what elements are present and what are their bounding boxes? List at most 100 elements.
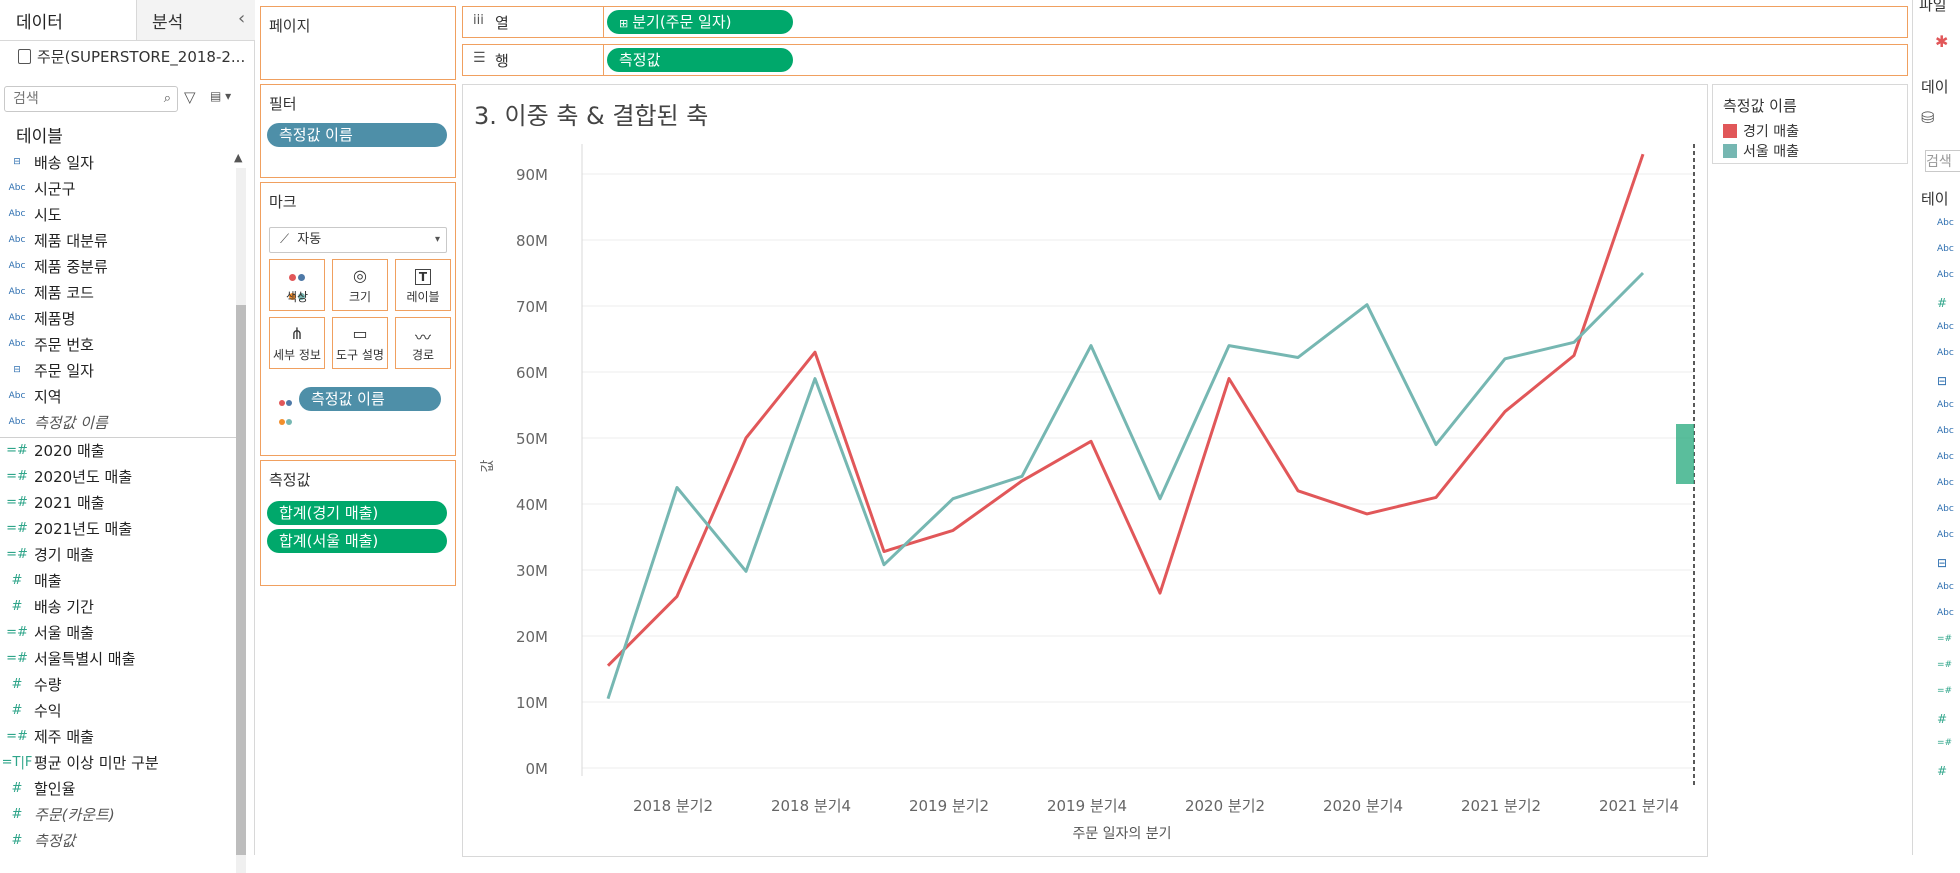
tableau-logo-icon: ✱ <box>1935 32 1949 51</box>
y-tick-label: 60M <box>516 364 548 382</box>
y-tick-label: 0M <box>526 760 549 778</box>
datasource-item[interactable]: 주문(SUPERSTORE_2018-2... <box>18 46 245 67</box>
field-item[interactable]: # 수량 <box>0 672 236 696</box>
field-item[interactable]: =# 2021년도 매출 <box>0 516 236 540</box>
field-item[interactable]: =# 2020년도 매출 <box>0 464 236 488</box>
field-item[interactable]: Abc 제품 대분류 <box>0 228 236 252</box>
field-item[interactable]: =# 제주 매출 <box>0 724 236 748</box>
field-label: 배송 기간 <box>34 597 94 616</box>
x-tick-label: 2021 분기2 <box>1461 797 1541 815</box>
field-item[interactable]: Abc 제품 중분류 <box>0 254 236 278</box>
measure-value-pill[interactable]: 합계(서울 매출) <box>267 529 447 553</box>
field-item[interactable]: =# 서울특별시 매출 <box>0 646 236 670</box>
color-button[interactable]: 색상 <box>269 259 325 311</box>
x-tick-label: 2021 분기4 <box>1599 797 1679 815</box>
field-item[interactable]: Abc 측정값 이름 <box>0 410 236 434</box>
right-search-input[interactable]: 검색 <box>1925 150 1960 172</box>
mark-type-label: 자동 <box>297 232 322 247</box>
number-icon: # <box>11 832 23 848</box>
legend-item[interactable]: 경기 매출 <box>1723 121 1799 141</box>
scrollbar-thumb[interactable] <box>236 305 246 855</box>
collapse-pane-icon[interactable]: ‹ <box>238 8 245 29</box>
measure-values-card[interactable]: 측정값 합계(경기 매출) 합계(서울 매출) <box>260 460 456 586</box>
columns-pill[interactable]: ⊞ 분기(주문 일자) <box>607 10 793 34</box>
field-label: 제품명 <box>34 309 76 328</box>
field-search-box[interactable]: ⌕ <box>4 86 178 112</box>
path-button[interactable]: 〰 경로 <box>395 317 451 369</box>
legend-label: 경기 매출 <box>1743 124 1799 140</box>
y-tick-label: 70M <box>516 298 548 316</box>
mark-type-dropdown[interactable]: ⟋ 자동 ▾ <box>269 227 447 253</box>
field-label: 2020년도 매출 <box>34 467 133 486</box>
tab-data[interactable]: 데이터 <box>16 8 63 33</box>
columns-shelf[interactable]: iii 열 ⊞ 분기(주문 일자) <box>462 6 1908 38</box>
series-line <box>606 271 1645 700</box>
x-tick-label: 2020 분기2 <box>1185 797 1265 815</box>
scroll-up-icon[interactable]: ▲ <box>234 151 242 164</box>
right-field-icon: =# <box>1937 686 1953 696</box>
filter-pill[interactable]: 측정값 이름 <box>267 123 447 147</box>
rows-shelf[interactable]: ☰ 행 측정값 <box>462 44 1908 76</box>
field-item[interactable]: # 매출 <box>0 568 236 592</box>
rows-pill[interactable]: 측정값 <box>607 48 793 72</box>
field-label: 수량 <box>34 675 62 694</box>
line-chart[interactable]: 0M 10M 20M 30M 40M 50M 60M 70M 80M 90M 값 2018 분기2 20… <box>462 84 1706 855</box>
field-item[interactable]: =# 경기 매출 <box>0 542 236 566</box>
right-field-icon: # <box>1937 712 1948 726</box>
measure-value-pill[interactable]: 합계(경기 매출) <box>267 501 447 525</box>
field-label: 지역 <box>34 387 62 406</box>
field-label: 제품 코드 <box>34 283 94 302</box>
tooltip-button[interactable]: ▭ 도구 설명 <box>332 317 388 369</box>
field-item[interactable]: Abc 제품 코드 <box>0 280 236 304</box>
x-tick-label: 2018 분기2 <box>633 797 713 815</box>
field-item[interactable]: =T|F 평균 이상 미만 구분 <box>0 750 236 774</box>
columns-pill-label: 분기(주문 일자) <box>632 13 732 31</box>
rows-icon: ☰ <box>473 50 486 66</box>
drop-handle <box>1676 424 1694 484</box>
marks-title: 마크 <box>269 193 297 211</box>
field-search-input[interactable] <box>11 90 155 108</box>
shelf-divider <box>603 7 604 37</box>
field-item[interactable]: ⊟ 주문 일자 <box>0 358 236 382</box>
marks-color-pill[interactable]: 측정값 이름 <box>299 387 441 411</box>
view-options-icon[interactable]: ▤ ▾ <box>210 89 231 103</box>
color-legend[interactable]: 측정값 이름 경기 매출 서울 매출 <box>1712 84 1908 164</box>
field-item[interactable]: Abc 주문 번호 <box>0 332 236 356</box>
field-item[interactable]: Abc 제품명 <box>0 306 236 330</box>
filters-card[interactable]: 필터 측정값 이름 <box>260 84 456 178</box>
filter-icon[interactable]: ▽ <box>184 88 196 106</box>
y-tick-label: 80M <box>516 232 548 250</box>
field-item[interactable]: Abc 시군구 <box>0 176 236 200</box>
field-item[interactable]: # 주문(카운트) <box>0 802 236 826</box>
field-label: 2020 매출 <box>34 441 105 460</box>
field-label: 서울특별시 매출 <box>34 649 136 668</box>
field-item[interactable]: # 배송 기간 <box>0 594 236 618</box>
field-label: 2021 매출 <box>34 493 105 512</box>
field-item[interactable]: Abc 지역 <box>0 384 236 408</box>
datasource-icon <box>18 49 31 64</box>
field-item[interactable]: ⊟ 배송 일자 <box>0 150 236 174</box>
label-button[interactable]: T 레이블 <box>395 259 451 311</box>
field-item[interactable]: =# 2021 매출 <box>0 490 236 514</box>
field-item[interactable]: # 수익 <box>0 698 236 722</box>
field-item[interactable]: =# 서울 매출 <box>0 620 236 644</box>
field-item[interactable]: # 할인율 <box>0 776 236 800</box>
y-tick-label: 40M <box>516 496 548 514</box>
expand-icon: ⊞ <box>619 17 629 30</box>
field-item[interactable]: =# 2020 매출 <box>0 438 236 462</box>
marks-card[interactable]: 마크 ⟋ 자동 ▾ 색상 ◎ 크기 T 레이블 ⋔ 세부 정보 ▭ 도구 설명 … <box>260 182 456 456</box>
field-label: 주문 일자 <box>34 361 94 380</box>
legend-item[interactable]: 서울 매출 <box>1723 141 1799 161</box>
calc-number-icon: =# <box>6 650 28 666</box>
size-button[interactable]: ◎ 크기 <box>332 259 388 311</box>
legend-swatch <box>1723 124 1737 138</box>
tab-analysis[interactable]: 분석 <box>152 8 183 33</box>
columns-icon: iii <box>473 13 484 28</box>
field-item[interactable]: # 측정값 <box>0 828 236 852</box>
number-icon: # <box>11 806 23 822</box>
number-icon: # <box>11 702 23 718</box>
right-pane: 파일 ✱ 데이 ⛁ 검색 테이 Abc Abc Abc # Abc Abc ⊟ Abc Abc A… <box>1912 0 1960 855</box>
detail-button[interactable]: ⋔ 세부 정보 <box>269 317 325 369</box>
pages-card[interactable]: 페이지 <box>260 6 456 80</box>
field-item[interactable]: Abc 시도 <box>0 202 236 226</box>
